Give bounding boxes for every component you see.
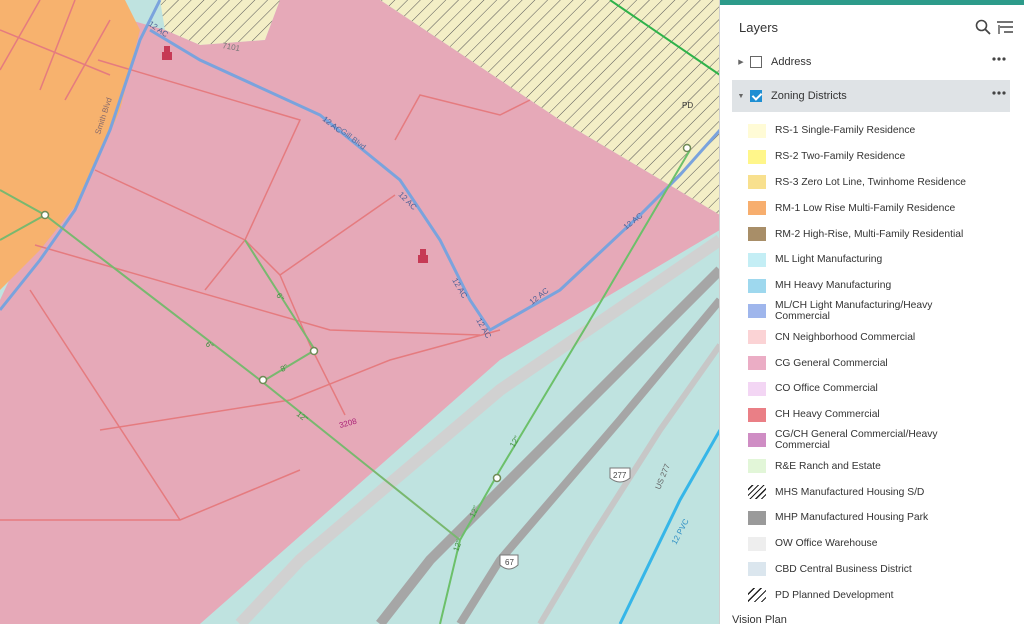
legend-item: CH Heavy Commercial: [748, 402, 1018, 428]
legend-label: RS-2 Two-Family Residence: [775, 151, 906, 163]
valve-node: [682, 143, 692, 153]
filter-sort-icon[interactable]: [996, 19, 1014, 35]
legend-item: RS-2 Two-Family Residence: [748, 144, 1018, 170]
legend-label: CH Heavy Commercial: [775, 409, 880, 421]
legend-item: MHS Manufactured Housing S/D: [748, 479, 1018, 505]
legend-swatch: [748, 175, 766, 190]
legend-swatch: [748, 381, 766, 396]
layers-panel: Layers ▶ Address ▼ Zoning Districts RS-1…: [719, 0, 1024, 624]
legend-item: PD Planned Development: [748, 582, 1018, 608]
legend-swatch: [748, 459, 766, 474]
legend-swatch: [748, 536, 766, 551]
legend-swatch: [748, 252, 766, 267]
legend-swatch: [748, 407, 766, 422]
us67-shield: 67: [499, 554, 519, 570]
layer-label: Vision Plan: [732, 614, 787, 624]
map-view[interactable]: Smith Blvd Gill Blvd US 277 12 AC 12 AC …: [0, 0, 720, 624]
legend-label: OW Office Warehouse: [775, 538, 878, 550]
panel-top-bar: [720, 0, 1024, 5]
legend-item: RM-2 High-Rise, Multi-Family Residential: [748, 221, 1018, 247]
legend-swatch: [748, 227, 766, 242]
legend-label: RS-1 Single-Family Residence: [775, 125, 916, 137]
legend-swatch: [748, 123, 766, 138]
legend-swatch: [748, 149, 766, 164]
layer-row-zoning-districts[interactable]: ▼ Zoning Districts: [732, 80, 1010, 112]
legend-item: ML Light Manufacturing: [748, 247, 1018, 273]
legend-swatch: [748, 433, 766, 448]
layer-checkbox-zoning[interactable]: [750, 90, 762, 102]
svg-text:67: 67: [505, 558, 514, 567]
legend-swatch: [748, 588, 766, 603]
us277-shield: 277: [609, 467, 631, 483]
legend-swatch: [748, 562, 766, 577]
legend-swatch: [748, 330, 766, 345]
panel-title: Layers: [739, 20, 779, 35]
layer-label: Zoning Districts: [771, 90, 847, 102]
layer-label: Address: [771, 56, 812, 68]
legend-swatch: [748, 510, 766, 525]
legend-swatch: [748, 485, 766, 500]
legend-item: RS-3 Zero Lot Line, Twinhome Residence: [748, 170, 1018, 196]
valve-node: [309, 346, 319, 356]
layer-row-next[interactable]: Vision Plan: [732, 614, 787, 624]
valve-node: [40, 210, 50, 220]
legend-label: CG General Commercial: [775, 357, 888, 369]
legend-label: CG/CH General Commercial/Heavy Commercia…: [775, 429, 938, 452]
legend-label: CO Office Commercial: [775, 383, 878, 395]
layer-row-address[interactable]: ▶ Address: [732, 46, 1010, 78]
legend-label: MHS Manufactured Housing S/D: [775, 486, 925, 498]
collapse-caret-icon[interactable]: ▼: [736, 91, 746, 101]
legend-item: MHP Manufactured Housing Park: [748, 505, 1018, 531]
parcel-label-pd: PD: [682, 101, 693, 110]
svg-text:277: 277: [613, 471, 627, 480]
legend-label: ML Light Manufacturing: [775, 254, 883, 266]
legend-swatch: [748, 304, 766, 319]
valve-node: [258, 375, 268, 385]
legend-item: CG/CH General Commercial/Heavy Commercia…: [748, 428, 1018, 454]
legend-label: ML/CH Light Manufacturing/Heavy Commerci…: [775, 300, 933, 323]
legend-label: RS-3 Zero Lot Line, Twinhome Residence: [775, 176, 966, 188]
legend-label: CBD Central Business District: [775, 563, 912, 575]
map-canvas[interactable]: Smith Blvd Gill Blvd US 277 12 AC 12 AC …: [0, 0, 720, 624]
legend-item: RS-1 Single-Family Residence: [748, 118, 1018, 144]
legend-item: OW Office Warehouse: [748, 531, 1018, 557]
legend-label: MHP Manufactured Housing Park: [775, 512, 929, 524]
legend-item: CN Neighborhood Commercial: [748, 324, 1018, 350]
legend-item: RM-1 Low Rise Multi-Family Residence: [748, 195, 1018, 221]
legend-item: CO Office Commercial: [748, 376, 1018, 402]
zoning-legend: RS-1 Single-Family Residence RS-2 Two-Fam…: [748, 118, 1018, 608]
legend-label: PD Planned Development: [775, 589, 894, 601]
layer-checkbox-address[interactable]: [750, 56, 762, 68]
more-options-icon[interactable]: [992, 56, 1006, 62]
search-icon[interactable]: [975, 19, 991, 35]
legend-item: CBD Central Business District: [748, 557, 1018, 583]
legend-item: R&E Ranch and Estate: [748, 453, 1018, 479]
expand-caret-icon[interactable]: ▶: [736, 57, 746, 67]
legend-item: MH Heavy Manufacturing: [748, 273, 1018, 299]
legend-swatch: [748, 278, 766, 293]
legend-label: R&E Ranch and Estate: [775, 460, 881, 472]
legend-swatch: [748, 201, 766, 216]
legend-label: RM-2 High-Rise, Multi-Family Residential: [775, 228, 964, 240]
valve-node: [492, 473, 502, 483]
legend-swatch: [748, 356, 766, 371]
more-options-icon[interactable]: [992, 90, 1006, 96]
legend-label: MH Heavy Manufacturing: [775, 280, 892, 292]
legend-item: CG General Commercial: [748, 350, 1018, 376]
legend-item: ML/CH Light Manufacturing/Heavy Commerci…: [748, 299, 1018, 325]
legend-label: RM-1 Low Rise Multi-Family Residence: [775, 202, 956, 214]
legend-label: CN Neighborhood Commercial: [775, 331, 916, 343]
